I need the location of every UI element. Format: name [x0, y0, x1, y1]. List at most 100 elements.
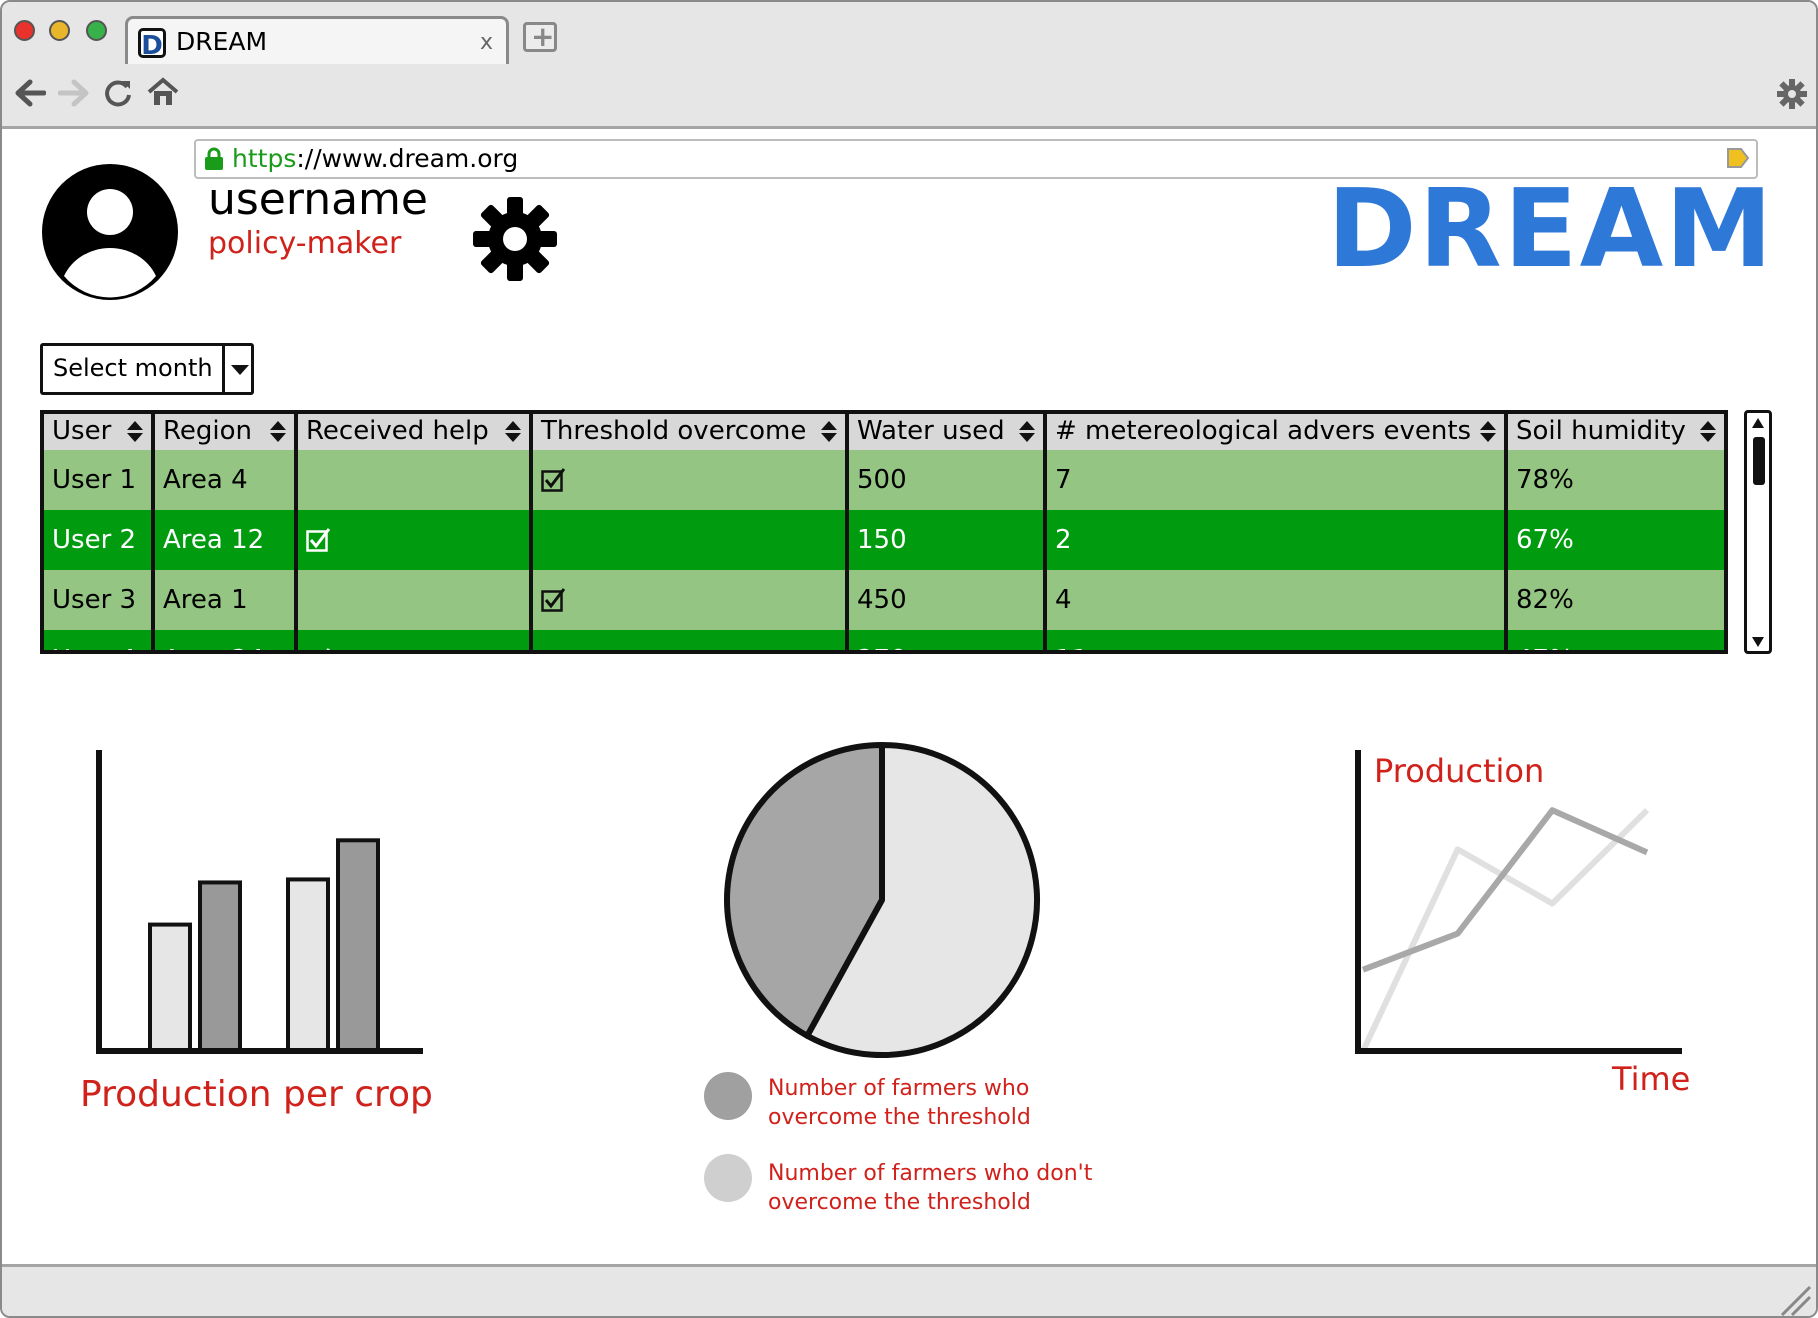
cell-water-used: 450	[857, 585, 907, 615]
month-select-dropdown[interactable]: Select month	[40, 343, 254, 395]
cell-user: User 4	[44, 630, 151, 650]
navigation-bar: https://www.dream.org	[2, 64, 1816, 179]
cell-received-help	[298, 570, 529, 630]
cell-region: Area 24	[155, 630, 294, 650]
bookmark-icon[interactable]	[1726, 147, 1750, 169]
cell-region: Area 12	[163, 525, 265, 555]
farmers-table: User Region Received help Threshold over…	[40, 410, 1728, 654]
scrollbar-thumb[interactable]	[1753, 437, 1765, 485]
user-avatar-icon[interactable]	[40, 162, 180, 302]
pie-chart	[724, 742, 1040, 1058]
maximize-window-button[interactable]	[86, 20, 107, 41]
column-header-adverse-events[interactable]: # metereological advers events	[1047, 414, 1504, 450]
tab-title: DREAM	[176, 27, 268, 56]
cell-soil-humidity: 67%	[1516, 525, 1574, 555]
sort-icon[interactable]	[1019, 421, 1035, 443]
legend-swatch-not-overcome	[704, 1154, 752, 1202]
line-chart-series	[1360, 807, 1650, 1053]
pie-chart-slices	[724, 742, 1040, 1058]
legend-swatch-overcome	[704, 1072, 752, 1120]
home-icon[interactable]	[146, 76, 180, 108]
cell-threshold-overcome	[533, 570, 845, 630]
line-chart	[1355, 750, 1682, 1054]
column-header-water-used[interactable]: Water used	[849, 414, 1043, 450]
bar-chart-title: Production per crop	[80, 1074, 433, 1115]
cell-threshold-overcome	[533, 630, 845, 650]
sort-icon[interactable]	[1480, 421, 1496, 443]
checkbox-checked-icon[interactable]	[306, 528, 330, 552]
sort-icon[interactable]	[505, 421, 521, 443]
bar	[198, 880, 242, 1053]
sort-icon[interactable]	[821, 421, 837, 443]
sort-icon[interactable]	[1700, 421, 1716, 443]
column-header-soil-humidity[interactable]: Soil humidity	[1508, 414, 1724, 450]
status-bar	[2, 1264, 1816, 1317]
table-scrollbar[interactable]	[1744, 410, 1772, 654]
cell-received-help	[298, 510, 529, 570]
bar-chart-bars	[148, 838, 380, 1053]
browser-tab[interactable]: D DREAM x	[125, 16, 509, 64]
cell-adverse-events: 2	[1055, 525, 1072, 555]
browser-settings-gear-icon[interactable]	[1776, 78, 1808, 110]
column-header-threshold-overcome[interactable]: Threshold overcome	[533, 414, 845, 450]
settings-gear-icon[interactable]	[472, 196, 558, 282]
checkbox-checked-icon[interactable]	[541, 468, 565, 492]
cell-adverse-events: 11	[1047, 630, 1504, 650]
cell-region: Area 1	[163, 585, 248, 615]
column-header-user[interactable]: User	[44, 414, 151, 450]
column-divider	[1043, 414, 1047, 650]
title-bar: D DREAM x +	[2, 2, 1816, 64]
tab-close-button[interactable]: x	[480, 30, 493, 55]
line-chart-x-label: Time	[1612, 1060, 1691, 1098]
bar-chart	[96, 750, 423, 1054]
cell-threshold-overcome	[533, 450, 845, 510]
line-series	[1360, 808, 1650, 1053]
checkbox-checked-icon[interactable]	[541, 588, 565, 612]
column-divider	[529, 414, 533, 650]
column-divider	[294, 414, 298, 650]
lock-icon	[205, 147, 223, 170]
browser-window: D DREAM x + https://www.dream.org userna…	[0, 0, 1818, 1318]
dropdown-arrow-icon[interactable]	[222, 346, 255, 392]
cell-user: User 3	[52, 585, 137, 615]
line-series	[1361, 807, 1649, 973]
url-text: https://www.dream.org	[232, 144, 518, 173]
new-tab-button[interactable]: +	[523, 20, 557, 53]
bar	[336, 838, 380, 1053]
column-divider	[845, 414, 849, 650]
cell-soil-humidity: 78%	[1516, 465, 1574, 495]
column-header-received-help[interactable]: Received help	[298, 414, 529, 450]
minimize-window-button[interactable]	[49, 20, 70, 41]
checkbox-checked-icon[interactable]	[306, 648, 330, 654]
reload-icon[interactable]	[102, 77, 134, 109]
column-divider	[151, 414, 155, 650]
line-chart-y-label: Production	[1374, 752, 1545, 790]
bar	[286, 877, 330, 1053]
cell-user: User 1	[52, 465, 137, 495]
cell-region: Area 4	[163, 465, 248, 495]
app-logo: DREAM	[1327, 167, 1775, 292]
legend-label-overcome: Number of farmers who overcome the thres…	[768, 1076, 1031, 1130]
user-role: policy-maker	[208, 226, 402, 261]
scroll-down-arrow-icon[interactable]	[1750, 635, 1766, 649]
url-scheme: https	[232, 144, 297, 173]
month-select-value: Select month	[53, 354, 213, 382]
cell-received-help	[298, 630, 529, 654]
sort-icon[interactable]	[270, 421, 286, 443]
cell-soil-humidity: 47%	[1508, 630, 1724, 650]
column-header-region[interactable]: Region	[155, 414, 294, 450]
back-arrow-icon[interactable]	[14, 78, 46, 108]
site-favicon-icon: D	[138, 28, 166, 61]
resize-grip-icon[interactable]	[1778, 1283, 1812, 1317]
plus-icon: +	[531, 20, 555, 53]
cell-water-used: 500	[857, 465, 907, 495]
scroll-up-arrow-icon[interactable]	[1750, 416, 1766, 430]
forward-arrow-icon[interactable]	[58, 78, 90, 108]
sort-icon[interactable]	[127, 421, 143, 443]
column-divider	[1504, 414, 1508, 650]
line-chart-axes	[1355, 750, 1682, 1054]
cell-user: User 2	[52, 525, 137, 555]
cell-water-used: 150	[857, 525, 907, 555]
bar	[148, 922, 192, 1053]
close-window-button[interactable]	[14, 20, 35, 41]
